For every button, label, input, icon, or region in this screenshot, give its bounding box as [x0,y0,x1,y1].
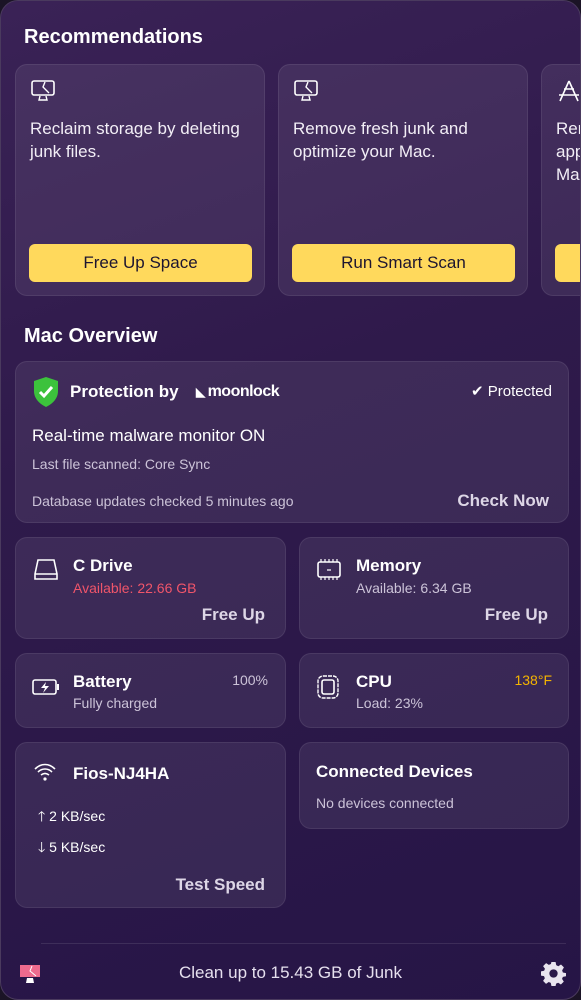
moonlock-logo: ◣ moonlock [196,383,280,400]
memory-available: Available: 6.34 GB [356,580,472,596]
drive-free-up-button[interactable]: Free Up [202,605,265,625]
wifi-icon [34,763,56,781]
footer-junk-summary[interactable]: Clean up to 15.43 GB of Junk [1,963,580,983]
free-up-space-button[interactable]: Free Up Space [29,244,252,282]
cpu-icon [317,675,339,699]
memory-chip-icon [317,559,341,580]
recommendation-text: RemappMac [556,119,580,184]
cpu-card: CPU Load: 23% 138°F [299,653,569,728]
battery-card: Battery Fully charged 100% [15,653,286,728]
connected-devices-card[interactable]: Connected Devices No devices connected [299,742,569,829]
connected-devices-status: No devices connected [316,795,454,811]
recommendation-card-smart-scan: Remove fresh junk and optimize your Mac.… [278,64,528,296]
monitor-status: Real-time malware monitor ON [32,426,266,445]
applications-icon [559,80,579,102]
monitor-icon [294,80,318,101]
protection-card: Protection by ◣ moonlock ✔ Protected Rea… [15,361,569,523]
mac-overview-title: Mac Overview [24,325,158,347]
connected-devices-title: Connected Devices [316,762,473,781]
battery-title: Battery [73,672,132,691]
shield-check-icon [34,377,58,407]
settings-gear-icon[interactable] [541,961,566,986]
memory-title: Memory [356,556,422,575]
test-speed-button[interactable]: Test Speed [176,875,265,895]
recommendation-button[interactable] [555,244,580,282]
run-smart-scan-button[interactable]: Run Smart Scan [292,244,515,282]
drive-available: Available: 22.66 GB [73,580,197,596]
arrow-up-icon: 🡑 [38,808,50,824]
cpu-title: CPU [356,672,392,691]
last-file-scanned: Last file scanned: Core Sync [32,456,211,472]
check-icon: ✔ [471,383,488,400]
network-name: Fios-NJ4HA [73,764,170,783]
battery-status: Fully charged [73,695,158,711]
battery-charging-icon [32,679,59,695]
drive-icon [34,559,58,580]
database-updates: Database updates checked 5 minutes ago [32,493,294,509]
upload-speed: 🡑 2 KB/sec [38,808,106,824]
drive-title: C Drive [73,556,133,575]
memory-free-up-button[interactable]: Free Up [485,605,548,625]
drive-card: C Drive Available: 22.66 GB Free Up [15,537,286,639]
memory-card: Memory Available: 6.34 GB Free Up [299,537,569,639]
network-card: Fios-NJ4HA 🡑 2 KB/sec 🡓 5 KB/sec Test Sp… [15,742,286,908]
check-now-button[interactable]: Check Now [457,491,549,511]
cpu-temperature: 138°F [514,672,552,688]
battery-percent: 100% [232,672,268,688]
footer-divider [41,943,566,944]
protected-status: ✔ Protected [471,383,552,400]
arrow-down-icon: 🡓 [38,839,50,855]
download-speed: 🡓 5 KB/sec [38,839,106,855]
recommendation-text: Reclaim storage by deleting junk files. [30,119,240,161]
cpu-load: Load: 23% [356,695,423,711]
recommendation-text: Remove fresh junk and optimize your Mac. [293,119,468,161]
recommendation-card-apps: RemappMac [541,64,580,296]
recommendations-title: Recommendations [24,26,203,48]
recommendation-card-junk: Reclaim storage by deleting junk files. … [15,64,265,296]
app-window: Recommendations Reclaim storage by delet… [0,0,581,1000]
monitor-icon [31,80,55,101]
protection-title: Protection by [70,382,179,401]
